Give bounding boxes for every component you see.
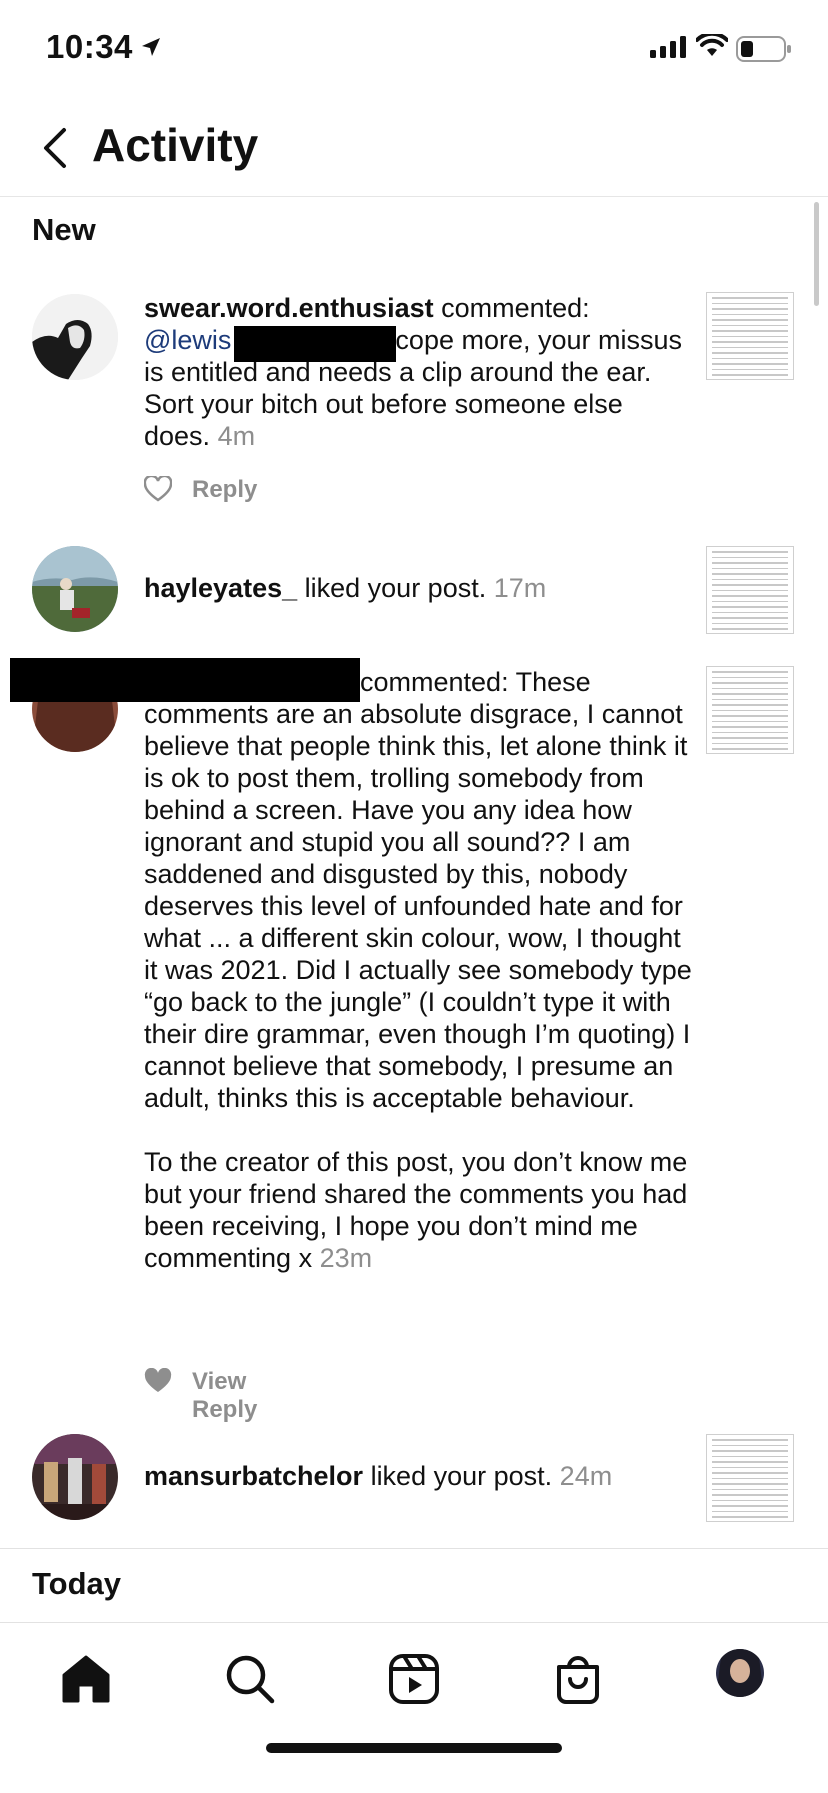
- bottom-tab-bar: [0, 1622, 828, 1793]
- home-icon: [62, 1655, 110, 1703]
- avatar[interactable]: [32, 546, 118, 632]
- activity-comment-text: swear.word.enthusiast commented: @lewis c…: [144, 292, 692, 452]
- scrollbar[interactable]: [814, 202, 819, 306]
- shopping-bag-icon: [557, 1656, 599, 1704]
- comment-body: comments are an absolute disgrace, I can…: [144, 699, 692, 1113]
- reply-button[interactable]: Reply: [192, 476, 257, 504]
- username-link[interactable]: hayleyates_: [144, 573, 297, 603]
- avatar[interactable]: [32, 294, 118, 380]
- tab-home[interactable]: [58, 1651, 114, 1707]
- chevron-left-icon: [44, 128, 66, 168]
- comment-body: To the creator of this post, you don’t k…: [144, 1147, 688, 1273]
- avatar[interactable]: [32, 1434, 118, 1520]
- view-reply-button[interactable]: View Reply: [192, 1368, 257, 1424]
- page-title: Activity: [92, 119, 259, 171]
- tab-reels[interactable]: [386, 1651, 442, 1707]
- location-arrow-icon: [142, 38, 160, 56]
- avatar-image: [716, 1649, 764, 1697]
- cellular-signal-icon: [650, 36, 686, 58]
- header: Activity: [0, 100, 828, 197]
- reels-icon: [389, 1654, 439, 1704]
- timestamp: 17m: [493, 573, 547, 603]
- username-link[interactable]: mansurbatchelor: [144, 1461, 363, 1491]
- comment-line: cope more, your: [395, 325, 591, 355]
- activity-like-text: mansurbatchelor liked your post. 24m: [144, 1460, 692, 1492]
- timestamp: 24m: [559, 1461, 613, 1491]
- battery-icon: [736, 36, 791, 62]
- post-thumbnail[interactable]: [706, 546, 794, 634]
- wifi-icon: [696, 34, 728, 56]
- activity-action: commented: These: [360, 667, 591, 697]
- status-bar: 10:34: [0, 0, 828, 100]
- activity-comment-text: commented: These comments are an absolut…: [144, 666, 692, 1274]
- status-time: 10:34: [46, 28, 133, 65]
- activity-action: liked your post.: [297, 573, 487, 603]
- timestamp: 4m: [217, 421, 256, 451]
- redaction-bar: [234, 326, 396, 362]
- avatar-image: [32, 546, 118, 632]
- home-indicator: [266, 1743, 562, 1753]
- post-thumbnail[interactable]: [706, 292, 794, 380]
- section-divider: [0, 1548, 828, 1549]
- username-link[interactable]: swear.word.enthusiast: [144, 293, 434, 323]
- section-title-new: New: [32, 212, 96, 247]
- post-thumbnail[interactable]: [706, 666, 794, 754]
- mention-link[interactable]: @lewis: [144, 325, 231, 355]
- activity-like-text: hayleyates_ liked your post. 17m: [144, 572, 692, 604]
- heart-outline-icon[interactable]: [144, 476, 172, 502]
- activity-action: commented:: [433, 293, 590, 323]
- tab-profile-avatar[interactable]: [716, 1649, 764, 1697]
- back-button[interactable]: [34, 122, 78, 174]
- heart-filled-icon[interactable]: [144, 1368, 172, 1394]
- post-thumbnail[interactable]: [706, 1434, 794, 1522]
- search-icon: [226, 1655, 275, 1704]
- activity-action: liked your post.: [363, 1461, 553, 1491]
- timestamp: 23m: [319, 1243, 373, 1273]
- avatar-image: [32, 294, 118, 380]
- tab-shop[interactable]: [550, 1651, 606, 1707]
- section-title-today: Today: [32, 1566, 121, 1601]
- tab-search[interactable]: [222, 1651, 278, 1707]
- avatar-image: [32, 1434, 118, 1520]
